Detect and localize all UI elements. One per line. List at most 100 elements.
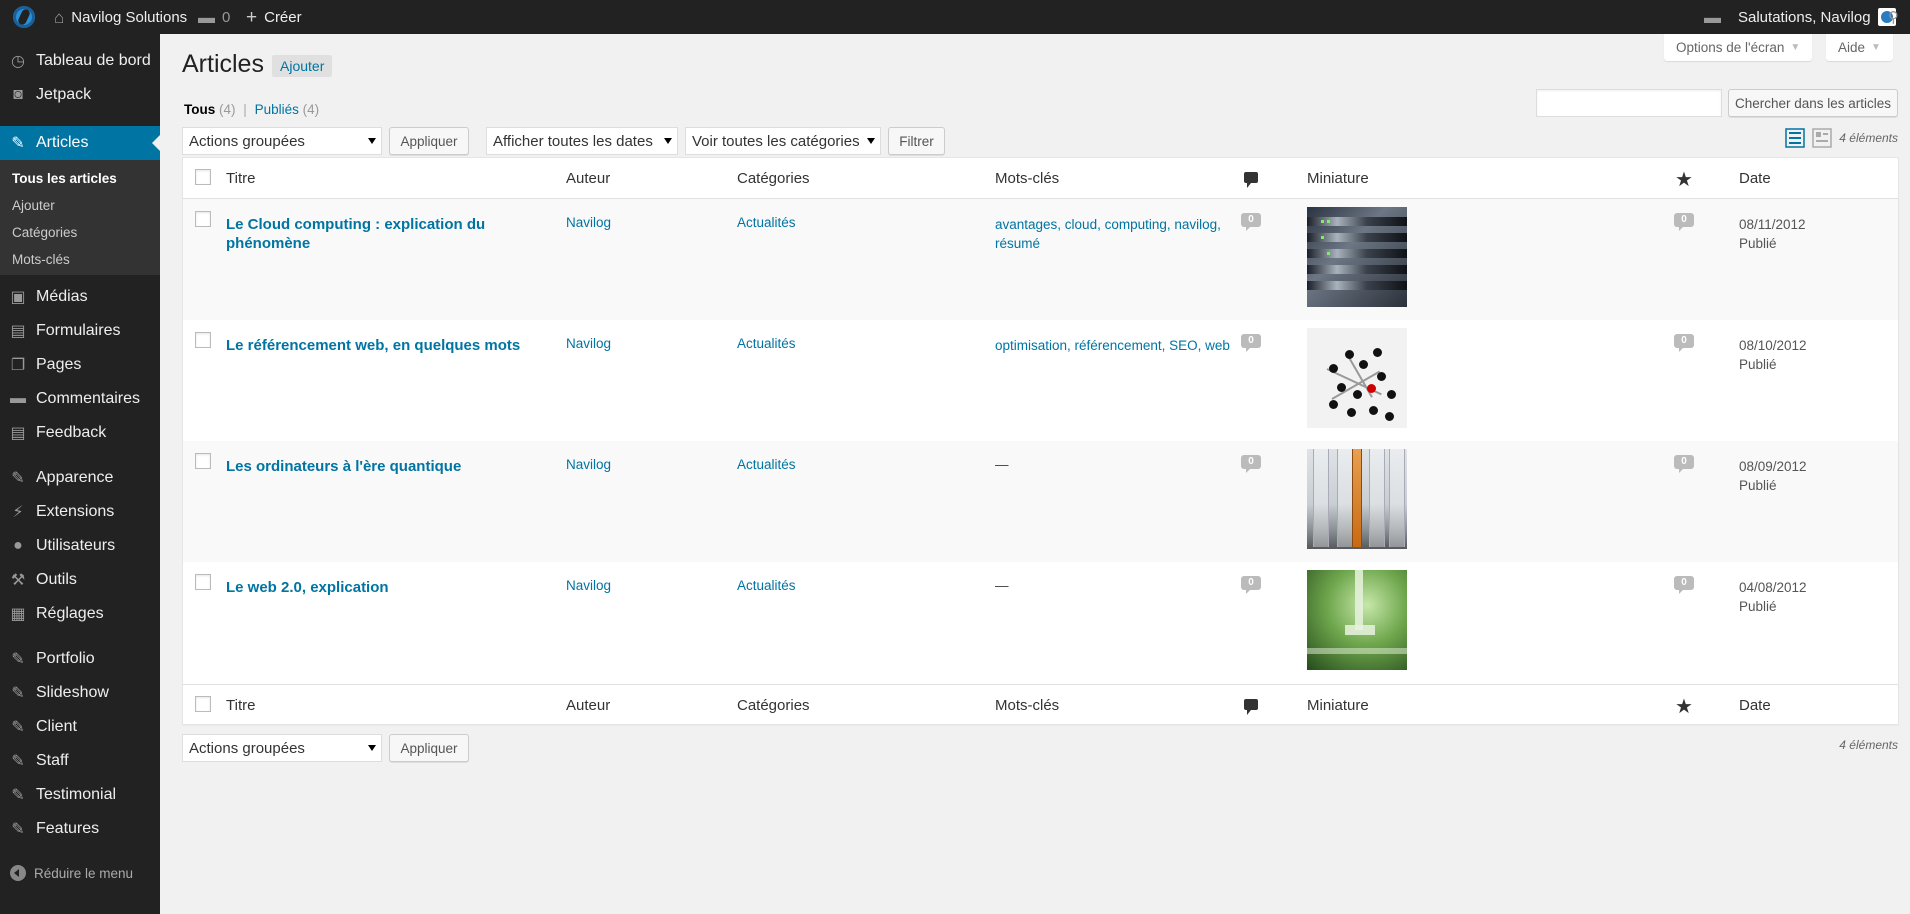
post-tags[interactable]: optimisation, référencement, SEO, web [995,336,1235,355]
submenu-categories[interactable]: Catégories [12,225,77,240]
plugin-icon: ⚡ [12,504,24,521]
notifications-button[interactable]: ▬ [1704,0,1721,34]
menu-jetpack[interactable]: ◙ Jetpack [0,78,160,112]
apply-button-bottom[interactable]: Appliquer [389,734,469,762]
column-author: Auteur [566,170,611,187]
select-all-checkbox[interactable] [195,169,211,185]
comment-count-bubble[interactable]: 0 [1241,334,1261,352]
comments-column-icon[interactable] [1244,699,1258,715]
category-filter-select[interactable]: Voir toutes les catégories [685,127,881,155]
menu-features[interactable]: ✎ Features [0,812,160,846]
menu-client[interactable]: ✎ Client [0,710,160,744]
wordpress-logo-icon[interactable] [13,6,35,28]
search-articles-button[interactable]: Chercher dans les articles [1728,89,1898,117]
submenu-all-articles[interactable]: Tous les articles [12,171,117,186]
thumbnail-lab-tubes [1307,449,1407,549]
excerpt-view-icon[interactable] [1812,128,1832,148]
menu-slideshow[interactable]: ✎ Slideshow [0,676,160,710]
menu-feedback[interactable]: ▤ Feedback [0,416,160,450]
date-filter-select[interactable]: Afficher toutes les dates [486,127,678,155]
table-row: Les ordinateurs à l'ère quantique Navilo… [183,441,1898,562]
select-all-checkbox-bottom[interactable] [195,696,211,712]
bulk-actions-select-top[interactable]: Actions groupées [182,127,382,155]
menu-appearance[interactable]: ✎ Apparence [0,461,160,495]
column-title[interactable]: Titre [226,697,255,714]
articles-submenu: Tous les articles Ajouter Catégories Mot… [0,160,160,275]
post-category-link[interactable]: Actualités [737,578,796,593]
search-input[interactable] [1536,89,1722,117]
menu-label: Médias [36,288,88,305]
menu-pages[interactable]: ❐ Pages [0,348,160,382]
admin-search-button[interactable]: ⚲ [1888,0,1899,34]
post-title-link[interactable]: Le web 2.0, explication [226,578,496,597]
menu-tools[interactable]: ⚒ Outils [0,563,160,597]
comments-column-icon[interactable] [1244,172,1258,188]
table-footer: Titre Auteur Catégories Mots-clés Miniat… [183,684,1898,725]
menu-dashboard[interactable]: ◷ Tableau de bord [0,44,160,78]
menu-articles[interactable]: ✎ Articles [0,126,160,160]
screen-options-button[interactable]: Options de l'écran ▼ [1664,34,1813,61]
menu-settings[interactable]: ▦ Réglages [0,597,160,631]
date-filter-value: Afficher toutes les dates [493,132,653,150]
home-icon: ⌂ [54,7,65,27]
new-content-label: Créer [264,8,302,26]
comment-count-bubble[interactable]: 0 [1241,213,1261,231]
menu-media[interactable]: ▣ Médias [0,280,160,314]
likes-count-bubble: 0 [1674,213,1694,231]
filter-button[interactable]: Filtrer [888,127,945,155]
column-date[interactable]: Date [1739,697,1771,714]
post-author-link[interactable]: Navilog [566,336,611,351]
jetpack-icon: ◙ [13,86,23,103]
column-title[interactable]: Titre [226,170,255,187]
add-new-button[interactable]: Ajouter [272,55,333,77]
pin-icon: ✎ [11,135,25,152]
post-author-link[interactable]: Navilog [566,457,611,472]
thumbnail-green-machine [1307,570,1407,670]
post-title-link[interactable]: Le référencement web, en quelques mots [226,336,546,355]
view-published-link[interactable]: Publiés [255,102,299,117]
post-title-link[interactable]: Le Cloud computing : explication du phén… [226,215,496,253]
list-view-icon[interactable] [1785,128,1805,148]
menu-extensions[interactable]: ⚡ Extensions [0,495,160,529]
menu-staff[interactable]: ✎ Staff [0,744,160,778]
post-category-link[interactable]: Actualités [737,457,796,472]
site-name-link[interactable]: ⌂ Navilog Solutions [54,0,187,34]
plus-icon: + [246,6,258,28]
submenu-tags[interactable]: Mots-clés [12,252,70,267]
post-date-value: 04/08/2012 [1739,580,1807,595]
view-all-link[interactable]: Tous [184,102,215,117]
menu-portfolio[interactable]: ✎ Portfolio [0,642,160,676]
submenu-add-new[interactable]: Ajouter [12,198,55,213]
post-author-link[interactable]: Navilog [566,578,611,593]
comments-icon: ▬ [10,390,26,407]
collapse-menu-button[interactable]: Réduire le menu [10,865,133,881]
star-column-icon: ★ [1675,169,1693,191]
menu-label: Articles [36,134,89,151]
help-button[interactable]: Aide ▼ [1826,34,1893,61]
row-checkbox[interactable] [195,574,211,590]
likes-count-bubble: 0 [1674,334,1694,352]
pin-icon: ✎ [11,753,25,770]
comments-link[interactable]: ▬ 0 [198,0,230,34]
bulk-actions-select-bottom[interactable]: Actions groupées [182,734,382,762]
row-checkbox[interactable] [195,332,211,348]
column-tags: Mots-clés [995,170,1060,187]
post-category-link[interactable]: Actualités [737,336,796,351]
menu-users[interactable]: ● Utilisateurs [0,529,160,563]
post-author-link[interactable]: Navilog [566,215,611,230]
my-account-link[interactable]: Salutations, Navilog [1738,0,1896,34]
post-category-link[interactable]: Actualités [737,215,796,230]
comment-count-bubble[interactable]: 0 [1241,455,1261,473]
menu-comments[interactable]: ▬ Commentaires [0,382,160,416]
menu-forms[interactable]: ▤ Formulaires [0,314,160,348]
row-checkbox[interactable] [195,453,211,469]
search-icon: ⚲ [1888,8,1899,26]
post-title-link[interactable]: Les ordinateurs à l'ère quantique [226,457,546,476]
apply-button-top[interactable]: Appliquer [389,127,469,155]
new-content-link[interactable]: + Créer [246,0,302,34]
post-tags[interactable]: avantages, cloud, computing, navilog, ré… [995,215,1235,253]
column-date[interactable]: Date [1739,170,1771,187]
menu-testimonial[interactable]: ✎ Testimonial [0,778,160,812]
comment-count-bubble[interactable]: 0 [1241,576,1261,594]
row-checkbox[interactable] [195,211,211,227]
